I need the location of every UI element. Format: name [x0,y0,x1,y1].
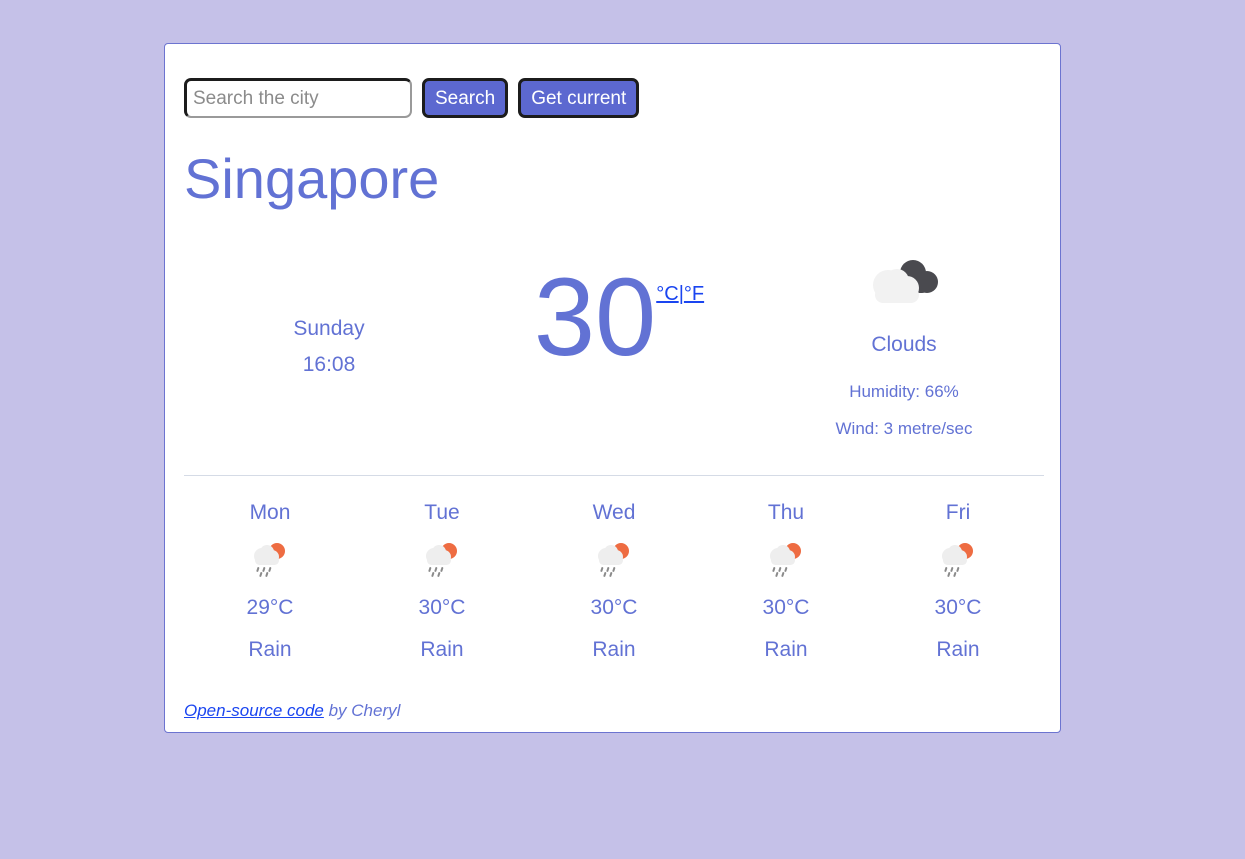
current-humidity: Humidity: 66% [849,382,959,402]
weather-card: Search Get current Singapore Sunday 16:0… [164,43,1061,733]
rain-sun-icon [872,538,1044,582]
search-input[interactable] [184,78,412,118]
forecast-row: Mon 29°C Rain Tue 30°C Rain Wed 30°C Rai… [184,499,1044,663]
celsius-link[interactable]: °C [656,283,678,305]
forecast-day-temperature: 30°C [590,596,638,620]
forecast-day-temperature: 30°C [934,596,982,620]
current-weather-section: Sunday 16:08 30 °C|°F Clouds Humidity: 6… [184,249,1044,447]
forecast-day-condition: Rain [936,637,980,661]
section-divider [184,475,1044,476]
forecast-day-condition: Rain [764,637,808,661]
forecast-day-condition: Rain [248,637,292,661]
current-datetime: Sunday 16:08 [184,249,474,382]
forecast-day-name: Tue [424,501,460,524]
search-button[interactable]: Search [422,78,509,118]
forecast-day: Thu 30°C Rain [700,499,872,663]
forecast-day-name: Fri [945,501,971,524]
forecast-day: Fri 30°C Rain [872,499,1044,663]
rain-sun-icon [356,538,528,582]
current-day-of-week: Sunday [293,317,365,340]
forecast-day-name: Wed [592,501,636,524]
fahrenheit-link[interactable]: °F [684,283,704,305]
current-condition-name: Clouds [871,333,937,356]
unit-toggle: °C|°F [656,267,704,306]
forecast-day: Mon 29°C Rain [184,499,356,663]
forecast-day-condition: Rain [420,637,464,661]
rain-sun-icon [184,538,356,582]
current-condition-block: Clouds Humidity: 66% Wind: 3 metre/sec [764,249,1044,447]
rain-sun-icon [528,538,700,582]
get-current-location-button[interactable]: Get current [518,78,640,118]
forecast-day-name: Thu [767,501,805,524]
clouds-icon [764,249,1044,321]
footer-credit: by Cheryl [323,701,401,720]
current-temperature-value: 30 [533,256,657,379]
current-temperature-block: 30 °C|°F [474,249,764,379]
current-wind: Wind: 3 metre/sec [835,418,973,438]
forecast-day-temperature: 30°C [418,596,466,620]
footer: Open-source code by Cheryl [184,701,400,721]
forecast-day: Tue 30°C Rain [356,499,528,663]
rain-sun-icon [700,538,872,582]
forecast-day-condition: Rain [592,637,636,661]
forecast-day-temperature: 29°C [246,596,294,620]
forecast-day-name: Mon [249,501,291,524]
forecast-day: Wed 30°C Rain [528,499,700,663]
city-name: Singapore [184,147,440,210]
open-source-code-link[interactable]: Open-source code [184,701,324,720]
forecast-day-temperature: 30°C [762,596,810,620]
search-row: Search Get current [184,78,640,118]
current-time: 16:08 [302,352,356,376]
